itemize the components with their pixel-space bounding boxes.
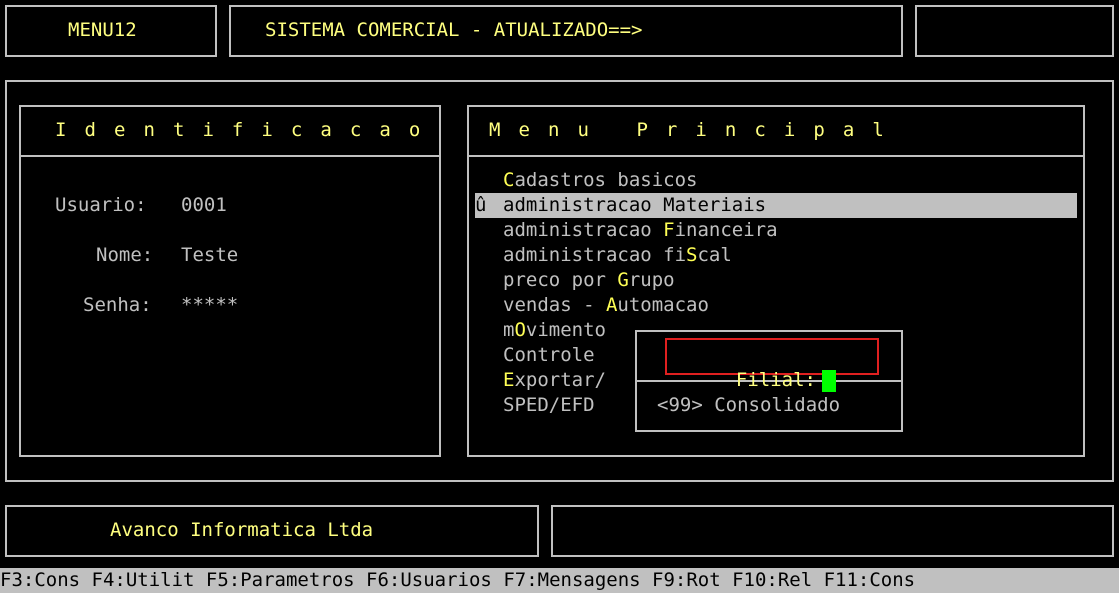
menu-item[interactable]: preco por Grupo bbox=[503, 268, 675, 293]
menu-item-text: ateriais bbox=[674, 194, 767, 216]
menu-item-text: SPED/EFD bbox=[503, 394, 595, 416]
menu-code: MENU12 bbox=[68, 19, 137, 41]
menu-item-hotkey: E bbox=[503, 369, 515, 391]
menu-item-text: adastros basicos bbox=[514, 169, 698, 191]
status-box bbox=[915, 5, 1114, 57]
menu-header-divider bbox=[467, 155, 1085, 157]
menu-item-hotkey: G bbox=[617, 269, 629, 291]
menu-item[interactable]: Cadastros basicos bbox=[503, 168, 697, 193]
menu-item-hotkey: A bbox=[605, 294, 618, 316]
usuario-value[interactable]: 0001 bbox=[181, 193, 227, 218]
menu-item-text: inanceira bbox=[674, 219, 778, 241]
menu-item-text: administracao bbox=[503, 194, 664, 216]
menu-item-text: Controle bbox=[503, 344, 595, 366]
menu-item[interactable]: mOvimento bbox=[503, 318, 606, 343]
menu-item-hotkey: C bbox=[503, 169, 515, 191]
menu-item-text: vimento bbox=[525, 319, 606, 341]
usuario-label: Usuario: bbox=[55, 194, 147, 216]
app-title: SISTEMA COMERCIAL - ATUALIZADO==> bbox=[265, 19, 643, 41]
menu-item-hotkey: M bbox=[663, 194, 675, 216]
consolidado-option[interactable]: <99> Consolidado bbox=[657, 393, 840, 418]
nome-value[interactable]: Teste bbox=[181, 243, 238, 268]
menu-item[interactable]: administracao Financeira bbox=[503, 218, 778, 243]
menu-item-text: administracao fi bbox=[503, 244, 687, 266]
message-box bbox=[551, 505, 1114, 557]
menu-item[interactable]: Exportar/ bbox=[503, 368, 606, 393]
senha-value[interactable]: ***** bbox=[181, 293, 238, 318]
selected-marker: û bbox=[475, 194, 487, 216]
company-name: Avanco Informatica Ltda bbox=[110, 519, 374, 541]
filial-field[interactable]: Filial: bbox=[713, 343, 836, 393]
menu-item-hotkey: S bbox=[686, 244, 698, 266]
menu-item[interactable]: SPED/EFD bbox=[503, 393, 595, 418]
menu-item-text: utomacao bbox=[617, 294, 709, 316]
menu-principal-heading: Menu Principal bbox=[489, 119, 902, 141]
menu-item-text: cal bbox=[697, 244, 732, 266]
menu-item-text: xportar/ bbox=[514, 369, 606, 391]
function-key-bar[interactable]: F3:Cons F4:Utilit F5:Parametros F6:Usuar… bbox=[0, 568, 1119, 593]
menu-item-text: m bbox=[503, 319, 515, 341]
menu-item-text: vendas - bbox=[503, 294, 606, 316]
menu-item[interactable]: vendas - Automacao bbox=[503, 293, 709, 318]
menu-item-hotkey: F bbox=[663, 219, 675, 241]
filial-label: Filial: bbox=[735, 369, 816, 391]
text-cursor bbox=[821, 369, 836, 392]
menu-item-hotkey: O bbox=[514, 319, 526, 341]
menu-item-text: preco por bbox=[503, 269, 618, 291]
nome-label: Nome: bbox=[96, 244, 154, 266]
identificacao-heading: Identificacao bbox=[55, 119, 439, 141]
senha-label: Senha: bbox=[83, 294, 152, 316]
menu-item-text: administracao bbox=[503, 219, 664, 241]
menu-item[interactable]: administracao fiScal bbox=[503, 243, 732, 268]
identificacao-panel bbox=[19, 105, 441, 457]
menu-item[interactable]: Controle bbox=[503, 343, 595, 368]
menu-item[interactable]: administracao Materiais bbox=[503, 193, 766, 218]
identificacao-header-divider bbox=[19, 155, 441, 157]
menu-item-text: rupo bbox=[628, 269, 675, 291]
